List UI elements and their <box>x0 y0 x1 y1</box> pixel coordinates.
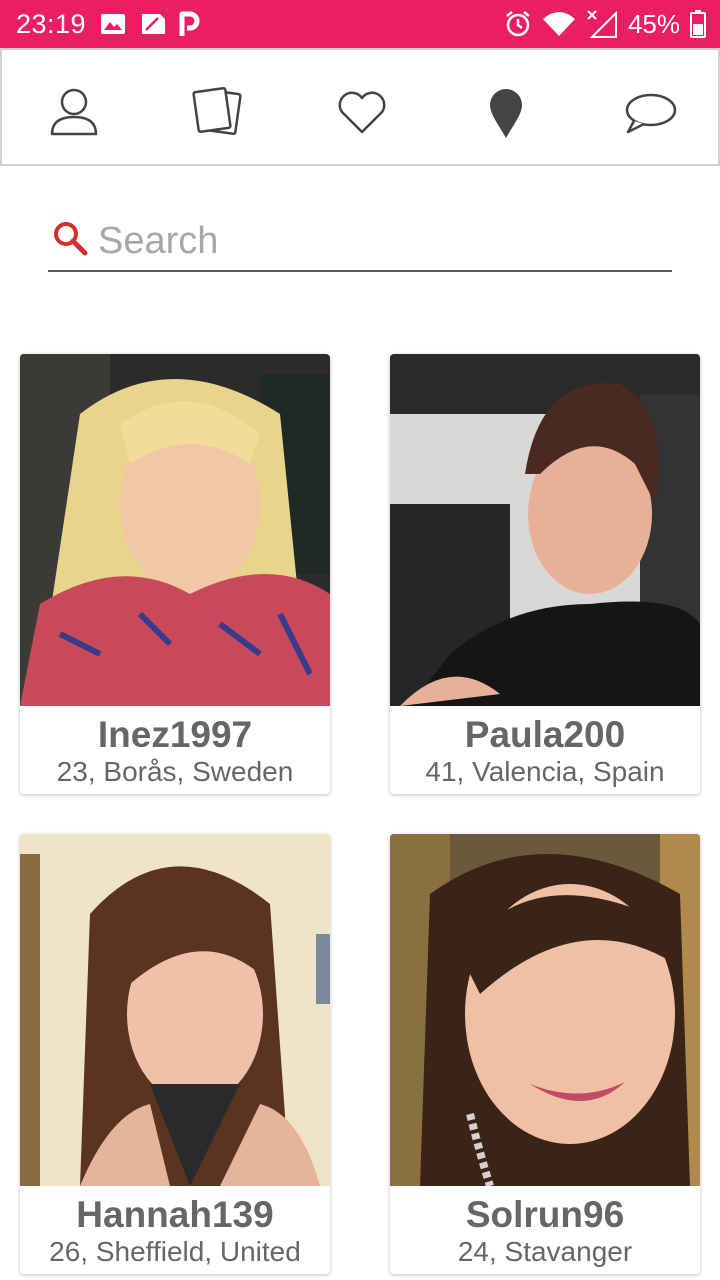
cellular-no-signal-icon <box>587 10 617 38</box>
status-bar: 23:19 45% <box>0 0 720 48</box>
profile-photo <box>390 354 700 706</box>
profile-card[interactable]: Paula200 41, Valencia, Spain <box>390 354 700 794</box>
search-bar <box>48 214 672 272</box>
profile-info: 41, Valencia, Spain <box>425 756 665 787</box>
profile-name: Hannah139 <box>76 1194 274 1235</box>
profile-info: 26, Sheffield, United <box>49 1236 301 1267</box>
profile-card[interactable]: Solrun96 24, Stavanger <box>390 834 700 1274</box>
alarm-icon <box>506 11 530 37</box>
profile-info: 24, Stavanger <box>457 1236 633 1267</box>
profile-info: 23, Borås, Sweden <box>56 756 294 787</box>
wifi-icon <box>542 12 575 36</box>
location-pin-icon[interactable] <box>478 84 534 140</box>
profile-icon[interactable] <box>46 84 102 140</box>
profile-card[interactable]: Hannah139 26, Sheffield, United <box>20 834 330 1274</box>
search-icon <box>54 222 88 256</box>
battery-percent: 45% <box>627 8 680 39</box>
battery-icon <box>690 10 706 38</box>
profile-name: Solrun96 <box>465 1194 625 1235</box>
profile-photo <box>20 354 330 706</box>
top-nav-bar <box>0 48 720 166</box>
profile-photo <box>20 834 330 1186</box>
heart-icon[interactable] <box>334 84 390 140</box>
search-input[interactable] <box>96 218 660 264</box>
cards-icon[interactable] <box>190 84 246 140</box>
status-time: 23:19 <box>16 8 87 39</box>
sim-icon <box>142 14 166 34</box>
profile-name: Paula200 <box>464 714 626 755</box>
image-icon <box>101 14 126 34</box>
p-app-icon <box>179 11 200 36</box>
profile-card[interactable]: Inez1997 23, Borås, Sweden <box>20 354 330 794</box>
profile-photo <box>390 834 700 1186</box>
chat-bubble-icon[interactable] <box>622 84 678 140</box>
profile-name: Inez1997 <box>97 714 253 755</box>
